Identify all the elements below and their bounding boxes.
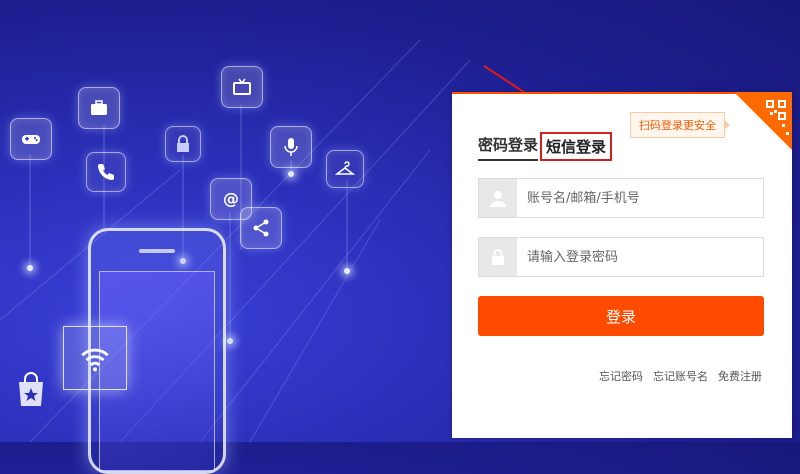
username-input[interactable] — [517, 179, 763, 217]
svg-text:@: @ — [223, 189, 239, 208]
qr-code-icon[interactable] — [734, 92, 792, 150]
tab-password-login[interactable]: 密码登录 — [478, 134, 539, 161]
glow-dot — [344, 268, 350, 274]
phone-speaker — [139, 249, 175, 253]
password-field — [478, 237, 764, 277]
login-tabs: 密码登录 短信登录 — [478, 132, 613, 161]
username-field — [478, 178, 764, 218]
shopping-bag-icon — [19, 372, 43, 406]
gamepad-icon — [10, 118, 52, 160]
register-link[interactable]: 免费注册 — [718, 368, 762, 384]
padlock-icon — [479, 238, 517, 276]
login-button[interactable]: 登录 — [478, 296, 764, 336]
phone-icon — [86, 152, 126, 192]
microphone-icon — [270, 126, 312, 168]
qr-login-tip: 扫码登录更安全 — [630, 112, 730, 138]
forgot-account-link[interactable]: 忘记账号名 — [653, 368, 708, 384]
share-icon — [240, 207, 282, 249]
glow-dot — [227, 338, 233, 344]
briefcase-icon — [78, 87, 120, 129]
glow-dot — [288, 171, 294, 177]
forgot-password-link[interactable]: 忘记密码 — [599, 368, 643, 384]
user-icon — [479, 179, 517, 217]
password-input[interactable] — [517, 238, 763, 276]
tab-sms-login[interactable]: 短信登录 — [540, 132, 613, 161]
wifi-icon — [63, 326, 127, 390]
lock-icon — [165, 126, 201, 162]
tv-icon — [221, 66, 263, 108]
glow-dot — [27, 265, 33, 271]
login-panel: 扫码登录更安全 密码登录 短信登录 登录 忘记密码 忘记账号 — [452, 92, 792, 438]
account-links: 忘记密码 忘记账号名 免费注册 — [599, 368, 762, 384]
hanger-icon — [326, 150, 364, 188]
